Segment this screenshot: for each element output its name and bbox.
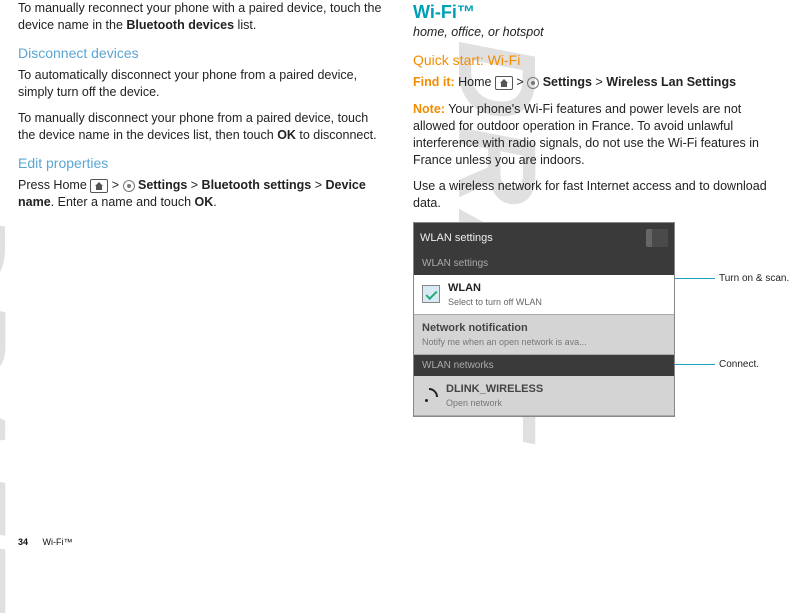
text-bold: Bluetooth devices xyxy=(126,18,234,32)
list-item-network[interactable]: DLINK_WIRELESS Open network xyxy=(414,376,674,416)
heading-edit: Edit properties xyxy=(18,154,387,173)
paragraph: To automatically disconnect your phone f… xyxy=(18,67,387,101)
callout-line xyxy=(675,364,715,365)
text: Home xyxy=(455,75,495,89)
paragraph: To manually disconnect your phone from a… xyxy=(18,110,387,144)
text-bold: OK xyxy=(195,195,214,209)
checkbox-icon[interactable] xyxy=(422,285,440,303)
text: > xyxy=(513,75,527,89)
section-header: WLAN networks xyxy=(414,355,674,377)
text: . xyxy=(213,195,216,209)
subtitle: home, office, or hotspot xyxy=(413,24,782,41)
item-title: DLINK_WIRELESS xyxy=(446,382,543,397)
paragraph: Press Home > Settings > Bluetooth settin… xyxy=(18,177,387,211)
text: > xyxy=(108,178,122,192)
text-bold: Settings xyxy=(543,75,592,89)
heading-disconnect: Disconnect devices xyxy=(18,44,387,63)
footer: 34 Wi-Fi™ xyxy=(18,537,73,547)
text-bold: Bluetooth settings xyxy=(202,178,312,192)
text: list. xyxy=(234,18,256,32)
text: to disconnect. xyxy=(296,128,377,142)
back-icon[interactable] xyxy=(646,229,668,247)
gear-icon xyxy=(527,77,539,89)
item-subtitle: Open network xyxy=(446,397,543,409)
paragraph-findit: Find it: Home > Settings > Wireless Lan … xyxy=(413,74,782,91)
home-icon xyxy=(90,179,108,193)
text: > xyxy=(311,178,325,192)
page-number: 34 xyxy=(18,537,28,547)
paragraph: Use a wireless network for fast Internet… xyxy=(413,178,782,212)
titlebar: WLAN settings xyxy=(414,223,674,253)
left-column: To manually reconnect your phone with a … xyxy=(18,0,387,417)
text-bold: OK xyxy=(277,128,296,142)
text: Press Home xyxy=(18,178,90,192)
paragraph: To manually reconnect your phone with a … xyxy=(18,0,387,34)
text-bold: Wireless Lan Settings xyxy=(606,75,736,89)
callout-turn-on: Turn on & scan. xyxy=(719,272,789,286)
item-subtitle: Notify me when an open network is ava... xyxy=(422,336,587,348)
titlebar-text: WLAN settings xyxy=(420,231,493,246)
list-item-wlan[interactable]: WLAN Select to turn off WLAN xyxy=(414,275,674,315)
wifi-icon xyxy=(422,388,438,404)
paragraph-note: Note: Your phone's Wi-Fi features and po… xyxy=(413,101,782,169)
callout-connect: Connect. xyxy=(719,358,759,372)
item-title: WLAN xyxy=(448,281,542,296)
text-bold: Settings xyxy=(138,178,187,192)
text: > xyxy=(187,178,201,192)
list-item-notification[interactable]: Network notification Notify me when an o… xyxy=(414,315,674,355)
item-subtitle: Select to turn off WLAN xyxy=(448,296,542,308)
home-icon xyxy=(495,76,513,90)
gear-icon xyxy=(123,180,135,192)
text: > xyxy=(592,75,606,89)
item-title: Network notification xyxy=(422,321,587,336)
text: Your phone's Wi-Fi features and power le… xyxy=(413,102,759,167)
right-column: Wi-Fi™ home, office, or hotspot Quick st… xyxy=(413,0,782,417)
text: . Enter a name and touch xyxy=(51,195,195,209)
callout-line xyxy=(675,278,715,279)
screenshot-wrapper: WLAN settings WLAN settings WLAN Select … xyxy=(413,222,782,417)
heading-wifi: Wi-Fi™ xyxy=(413,0,782,24)
label-note: Note: xyxy=(413,102,445,116)
phone-screenshot: WLAN settings WLAN settings WLAN Select … xyxy=(413,222,675,417)
heading-quickstart: Quick start: Wi-Fi xyxy=(413,51,782,70)
footer-section: Wi-Fi™ xyxy=(43,537,73,547)
label-findit: Find it: xyxy=(413,75,455,89)
section-header: WLAN settings xyxy=(414,253,674,275)
